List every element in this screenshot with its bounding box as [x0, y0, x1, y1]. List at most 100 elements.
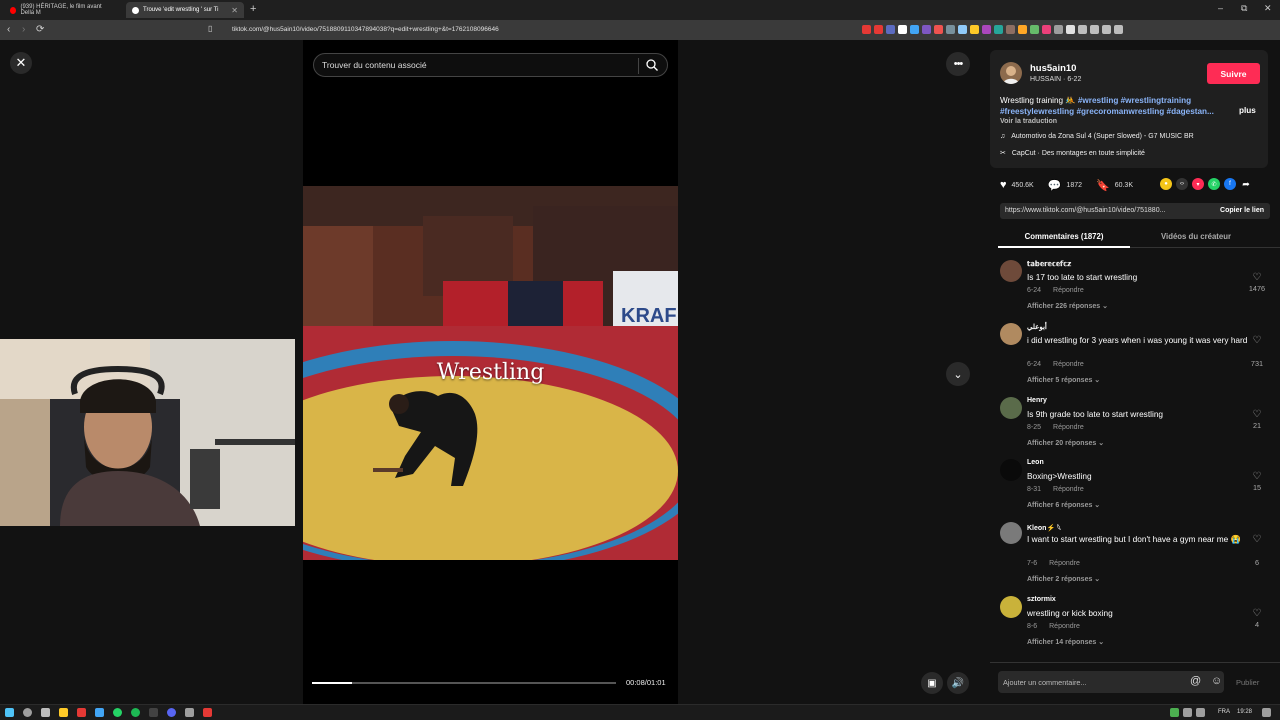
extension-icon[interactable] [922, 25, 931, 34]
volume-icon[interactable]: 🔊 [947, 672, 969, 694]
more-options-icon[interactable]: ••• [946, 52, 970, 76]
commenter-name[interactable]: أبوعلي [1027, 323, 1047, 331]
author-avatar[interactable] [1000, 62, 1022, 84]
language-indicator[interactable]: FRA [1218, 709, 1230, 715]
extension-icon[interactable] [862, 25, 871, 34]
video-link-field[interactable]: https://www.tiktok.com/@hus5ain10/video/… [1005, 207, 1165, 214]
commenter-name[interactable]: Kleon⚡ 𓆩 [1027, 522, 1061, 533]
settings-icon[interactable] [1102, 25, 1111, 34]
app-icon[interactable] [95, 708, 104, 717]
puzzle-icon[interactable] [1066, 25, 1075, 34]
comment-like-heart-icon[interactable]: ♡ [1250, 272, 1264, 283]
capcut-link[interactable]: ✂ CapCut · Des montages en toute simplic… [1000, 149, 1145, 158]
start-icon[interactable] [5, 708, 14, 717]
extension-icon[interactable] [1030, 25, 1039, 34]
back-arrow-icon[interactable]: ‹ [7, 24, 10, 35]
extension-icon[interactable] [910, 25, 919, 34]
extension-icon[interactable] [934, 25, 943, 34]
translate-link[interactable]: Voir la traduction [1000, 118, 1057, 125]
comment-like-heart-icon[interactable]: ♡ [1250, 471, 1264, 482]
music-link[interactable]: ♫ Automotivo da Zona Sul 4 (Super Slowed… [1000, 133, 1194, 140]
commenter-avatar[interactable] [1000, 459, 1022, 481]
discord-icon[interactable] [167, 708, 176, 717]
reply-button[interactable]: Répondre [1049, 623, 1080, 630]
browser-tab-tiktok[interactable]: Trouve 'edit wrestling ' sur Ti ✕ [126, 2, 244, 18]
mini-player-icon[interactable]: ▣ [921, 672, 943, 694]
app-icon[interactable] [185, 708, 194, 717]
coin-icon[interactable]: ● [1160, 178, 1172, 190]
commenter-avatar[interactable] [1000, 323, 1022, 345]
reply-button[interactable]: Répondre [1053, 486, 1084, 493]
clock[interactable]: 19:28 [1237, 709, 1252, 715]
author-handle[interactable]: hus5ain10 [1030, 63, 1076, 74]
embed-icon[interactable]: ‹› [1176, 178, 1188, 190]
task-view-icon[interactable] [41, 708, 50, 717]
comment-like-heart-icon[interactable]: ♡ [1250, 534, 1264, 545]
video-player[interactable]: Trouver du contenu associé KRAF Wrestlin… [303, 40, 678, 704]
extension-icon[interactable] [958, 25, 967, 34]
forward-arrow-icon[interactable]: › [22, 24, 25, 35]
sound-icon[interactable] [1196, 708, 1205, 717]
bookmark-icon[interactable]: ▯ [208, 24, 212, 33]
profile-icon[interactable] [1090, 25, 1099, 34]
search-icon[interactable] [23, 708, 32, 717]
app-icon[interactable] [149, 708, 158, 717]
facebook-icon[interactable]: f [1224, 178, 1236, 190]
see-more-link[interactable]: plus [1239, 106, 1256, 115]
comment-stat[interactable]: 💬 1872 [1048, 179, 1082, 192]
extension-icon[interactable] [886, 25, 895, 34]
tab-creator-videos[interactable]: Vidéos du créateur [1130, 232, 1262, 241]
show-replies-link[interactable]: Afficher 5 réponses ⌄ [1027, 376, 1100, 384]
reply-button[interactable]: Répondre [1049, 560, 1080, 567]
tray-icon[interactable] [1170, 708, 1179, 717]
commenter-name[interactable]: 𝕥𝕒𝕓𝕖𝕣𝕖𝕔𝕖𝕗𝕔𝕫 [1027, 260, 1071, 268]
extension-icon[interactable] [982, 25, 991, 34]
share-arrow-icon[interactable]: ➦ [1240, 178, 1252, 190]
reload-icon[interactable]: ⟳ [36, 24, 44, 35]
copy-link-button[interactable]: Copier le lien [1220, 207, 1264, 214]
save-stat[interactable]: 🔖 60.3K [1096, 179, 1133, 192]
comment-input[interactable]: Ajouter un commentaire... @ ☺ [998, 671, 1224, 693]
network-icon[interactable] [1183, 708, 1192, 717]
commenter-name[interactable]: Henry [1027, 397, 1047, 404]
commenter-avatar[interactable] [1000, 522, 1022, 544]
follow-button[interactable]: Suivre [1207, 63, 1260, 84]
browser-tab-youtube[interactable]: (939) HÉRITAGE, le film avant Della M [4, 2, 122, 18]
whatsapp-icon[interactable]: ✆ [1208, 178, 1220, 190]
publish-button[interactable]: Publier [1236, 678, 1259, 687]
show-replies-link[interactable]: Afficher 226 réponses ⌄ [1027, 302, 1108, 310]
show-replies-link[interactable]: Afficher 6 réponses ⌄ [1027, 501, 1100, 509]
emoji-icon[interactable]: ☺ [1211, 675, 1222, 687]
mention-icon[interactable]: @ [1190, 675, 1201, 687]
comment-like-heart-icon[interactable]: ♡ [1250, 409, 1264, 420]
extension-icon[interactable] [1054, 25, 1063, 34]
close-window-button[interactable]: ✕ [1264, 3, 1272, 14]
reply-button[interactable]: Répondre [1053, 424, 1084, 431]
new-tab-button[interactable]: + [250, 3, 256, 15]
extension-icon[interactable] [946, 25, 955, 34]
close-tab-icon[interactable]: ✕ [231, 6, 238, 15]
extension-icon[interactable] [1006, 25, 1015, 34]
file-explorer-icon[interactable] [59, 708, 68, 717]
show-replies-link[interactable]: Afficher 14 réponses ⌄ [1027, 638, 1104, 646]
menu-icon[interactable] [1114, 25, 1123, 34]
sidebar-icon[interactable] [1078, 25, 1087, 34]
comment-like-heart-icon[interactable]: ♡ [1250, 608, 1264, 619]
comment-like-heart-icon[interactable]: ♡ [1250, 335, 1264, 346]
commenter-name[interactable]: Leon [1027, 459, 1044, 466]
notification-icon[interactable] [1262, 708, 1271, 717]
minimize-button[interactable]: – [1218, 3, 1223, 13]
close-icon[interactable]: ✕ [10, 52, 32, 74]
commenter-name[interactable]: sztormix [1027, 596, 1056, 603]
related-search-bar[interactable]: Trouver du contenu associé [313, 53, 668, 77]
tab-comments[interactable]: Commentaires (1872) [998, 232, 1130, 248]
extension-icon[interactable] [994, 25, 1003, 34]
extension-icon[interactable] [1042, 25, 1051, 34]
extension-icon[interactable] [1018, 25, 1027, 34]
app-icon[interactable] [203, 708, 212, 717]
video-progress-bar[interactable] [312, 682, 616, 684]
commenter-avatar[interactable] [1000, 596, 1022, 618]
reply-button[interactable]: Répondre [1053, 287, 1084, 294]
show-replies-link[interactable]: Afficher 2 réponses ⌄ [1027, 575, 1100, 583]
url-field[interactable]: tiktok.com/@hus5ain10/video/751880911034… [232, 24, 752, 36]
